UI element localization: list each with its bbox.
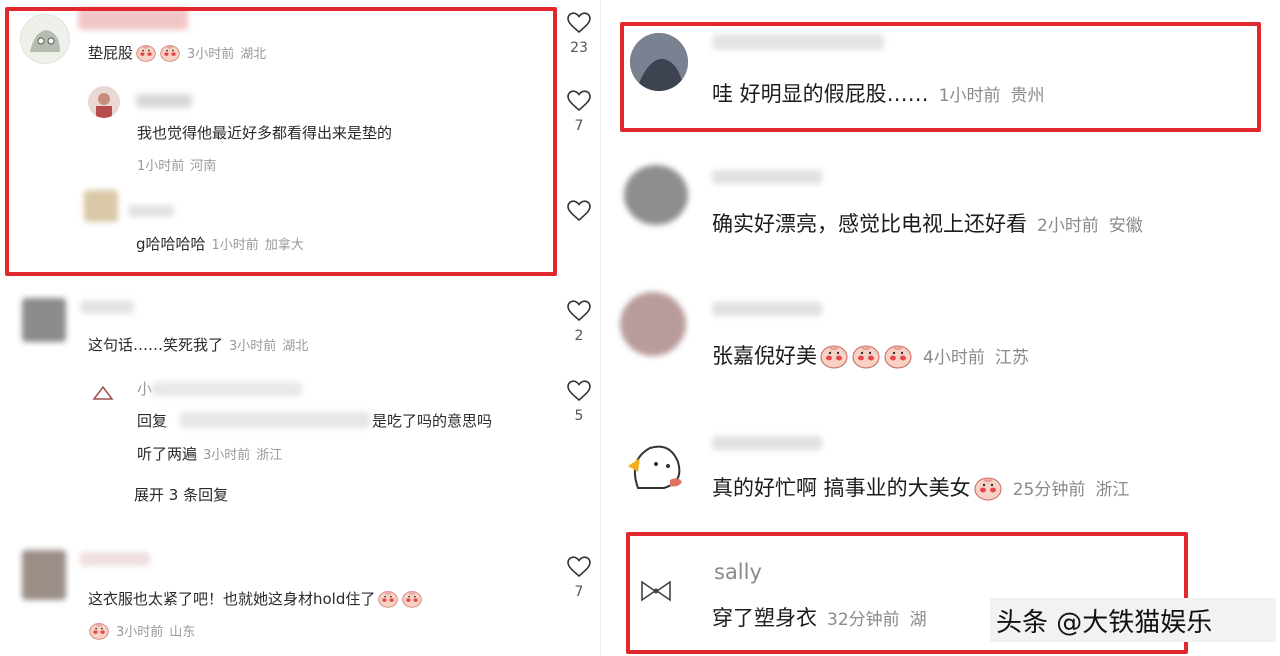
comment-line: 张嘉倪好美 4小时前 江苏 <box>712 340 1029 370</box>
reply-text-line2: 听了两遍 <box>137 445 198 463</box>
comment-location: 山东 <box>169 625 196 640</box>
username-blurred <box>712 436 822 450</box>
comment-text: 确实好漂亮，感觉比电视上还好看 <box>712 212 1027 236</box>
like-button[interactable]: 2 <box>565 300 593 344</box>
reply-username: 小 <box>137 380 153 398</box>
comment-line: 这衣服也太紧了吧！也就她这身材hold住了 <box>88 588 423 609</box>
like-count: 7 <box>574 584 584 600</box>
comment-time: 2小时前 <box>1037 216 1099 236</box>
peach-emoji-icon <box>883 341 913 369</box>
comment-location: 江苏 <box>994 348 1029 368</box>
comment-time: 25分钟前 <box>1012 480 1086 500</box>
username-blurred <box>80 552 150 566</box>
comment-time: 3小时前 <box>229 339 277 354</box>
heart-icon <box>567 556 591 578</box>
bow-icon <box>92 385 114 400</box>
peach-emoji-icon <box>401 588 423 608</box>
comment-location: 湖北 <box>282 339 309 354</box>
avatar-blurred[interactable] <box>624 165 688 225</box>
highlight-box <box>5 7 557 276</box>
highlight-box <box>620 22 1261 132</box>
username-blurred <box>712 302 822 316</box>
heart-icon <box>567 300 591 322</box>
avatar[interactable] <box>92 384 114 402</box>
reply-prefix: 回复 <box>137 412 168 430</box>
heart-icon <box>567 12 591 34</box>
comment-location: 浙江 <box>1095 480 1130 500</box>
mention-blurred <box>180 412 370 428</box>
reply-location: 浙江 <box>256 448 283 463</box>
peach-emoji-icon <box>88 620 110 640</box>
avatar-blurred[interactable] <box>620 292 686 356</box>
peach-emoji-icon <box>819 341 849 369</box>
like-button[interactable] <box>565 200 593 222</box>
comment-time: 3小时前 <box>116 625 164 640</box>
comment-meta: 3小时前 山东 <box>88 620 195 640</box>
like-count: 2 <box>574 328 584 344</box>
heart-icon <box>567 380 591 402</box>
comment-location: 安徽 <box>1108 216 1143 236</box>
like-button[interactable]: 7 <box>565 90 593 134</box>
like-button[interactable]: 23 <box>565 12 593 56</box>
like-count: 7 <box>574 118 584 134</box>
avatar[interactable] <box>624 436 686 494</box>
avatar-blurred[interactable] <box>22 298 66 342</box>
watermark: 头条 @大铁猫娱乐 <box>990 598 1276 642</box>
comment-line: 这句话……笑死我了 3小时前 湖北 <box>88 334 308 355</box>
reply-meta: 听了两遍 3小时前 浙江 <box>137 443 282 464</box>
like-button[interactable]: 7 <box>565 556 593 600</box>
watermark-text: 头条 @大铁猫娱乐 <box>996 607 1213 638</box>
comment-text: 这衣服也太紧了吧！也就她这身材hold住了 <box>88 590 376 608</box>
comment-line: 确实好漂亮，感觉比电视上还好看 2小时前 安徽 <box>712 208 1143 238</box>
heart-icon <box>567 200 591 222</box>
comment-text: 这句话……笑死我了 <box>88 336 224 354</box>
comment-text: 真的好忙啊 搞事业的大美女 <box>712 476 971 500</box>
peach-emoji-icon <box>377 588 399 608</box>
comment-text: 张嘉倪好美 <box>712 344 817 368</box>
avatar-blurred[interactable] <box>22 550 66 600</box>
like-button[interactable]: 5 <box>565 380 593 424</box>
username-blurred <box>80 300 134 314</box>
divider <box>600 0 601 656</box>
peach-emoji-icon <box>851 341 881 369</box>
username-blurred <box>712 170 822 184</box>
comment-time: 4小时前 <box>923 348 985 368</box>
comment-line: 真的好忙啊 搞事业的大美女 25分钟前 浙江 <box>712 472 1129 502</box>
peach-emoji-icon <box>973 473 1003 501</box>
reply-line: 回复 <box>137 410 167 431</box>
like-count: 5 <box>574 408 584 424</box>
like-count: 23 <box>570 40 588 56</box>
reply-time: 3小时前 <box>203 448 251 463</box>
expand-replies-link[interactable]: 展开 3 条回复 <box>134 484 228 505</box>
reply-suffix: 是吃了吗的意思吗 <box>372 412 493 430</box>
heart-icon <box>567 90 591 112</box>
username-blurred <box>152 382 302 396</box>
